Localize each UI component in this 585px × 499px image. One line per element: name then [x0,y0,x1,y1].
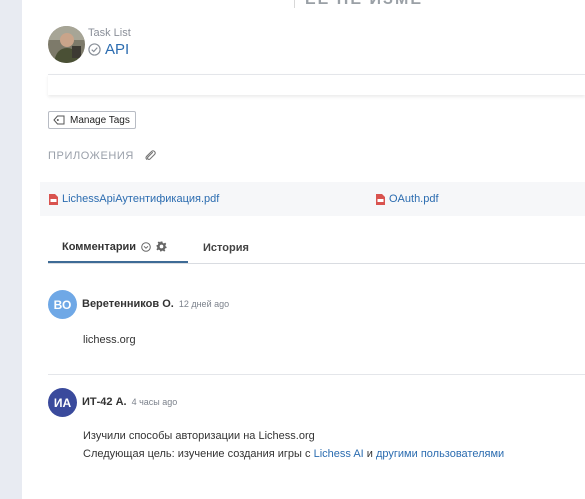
comment-item: ИА ИТ-42 А. 4 часы ago Изучили способы ав… [48,388,585,468]
page-title: API [105,41,130,58]
comment-time: 12 дней ago [178,299,230,309]
left-sidebar-strip [0,0,22,499]
tab-comments-label: Комментарии [62,240,137,253]
attachment-file-name[interactable]: OAuth.pdf [389,193,439,205]
check-circle-icon[interactable] [88,43,101,56]
comment-text-segment: Следующая цель: изучение создания игры с [83,448,314,460]
other-users-link[interactable]: другими пользователями [376,448,504,460]
attachment-file-name[interactable]: LichessApiАутентификация.pdf [62,193,219,205]
manage-tags-button[interactable]: Manage Tags [48,111,136,129]
comment-text-line-2: Следующая цель: изучение создания игры с… [83,448,504,460]
attachments-heading: ПРИЛОЖЕНИЯ [48,149,134,162]
activity-tabs: Комментарии История [48,232,585,264]
task-title-row: API [88,41,129,58]
pdf-icon [49,193,58,205]
breadcrumb[interactable]: Task List [88,27,131,39]
attachments-list: LichessApiАутентификация.pdf OAuth.pdf [40,182,585,216]
lichess-ai-link[interactable]: Lichess AI [314,448,364,460]
top-remnant-text: ЕЕ НЕ ИЗМЕ [305,0,423,8]
tab-history[interactable]: История [203,232,249,263]
comment-text: lichess.org [83,334,136,346]
comment-text-line-1: Изучили способы авторизации на Lichess.o… [83,430,315,442]
task-owner-avatar[interactable] [48,26,85,63]
comment-author-line: Веретенников О. 12 дней ago [82,298,229,310]
tag-icon [53,115,65,125]
tab-comments[interactable]: Комментарии [48,232,188,263]
comment-text-segment: и [363,448,376,460]
gear-icon[interactable] [156,241,167,252]
paperclip-icon[interactable] [144,149,156,162]
comment-divider [48,374,585,375]
tab-history-label: История [203,241,249,254]
comment-author[interactable]: Веретенников О. [82,298,174,310]
top-panel-remnant: ЕЕ НЕ ИЗМЕ [294,0,585,8]
comment-author[interactable]: ИТ-42 А. [82,396,127,408]
collapse-circle-icon[interactable] [141,241,151,252]
comment-author-line: ИТ-42 А. 4 часы ago [82,396,177,408]
comment-time: 4 часы ago [131,397,178,407]
pdf-icon [376,193,385,205]
attachments-header: ПРИЛОЖЕНИЯ [48,149,156,162]
attachment-file[interactable]: LichessApiАутентификация.pdf [49,193,219,205]
manage-tags-label: Manage Tags [70,114,130,126]
avatar[interactable]: ИА [48,388,77,417]
attachment-file[interactable]: OAuth.pdf [376,193,439,205]
avatar[interactable]: ВО [48,290,77,319]
comment-item: ВО Веретенников О. 12 дней ago lichess.or… [48,290,585,350]
description-box[interactable] [48,74,585,95]
